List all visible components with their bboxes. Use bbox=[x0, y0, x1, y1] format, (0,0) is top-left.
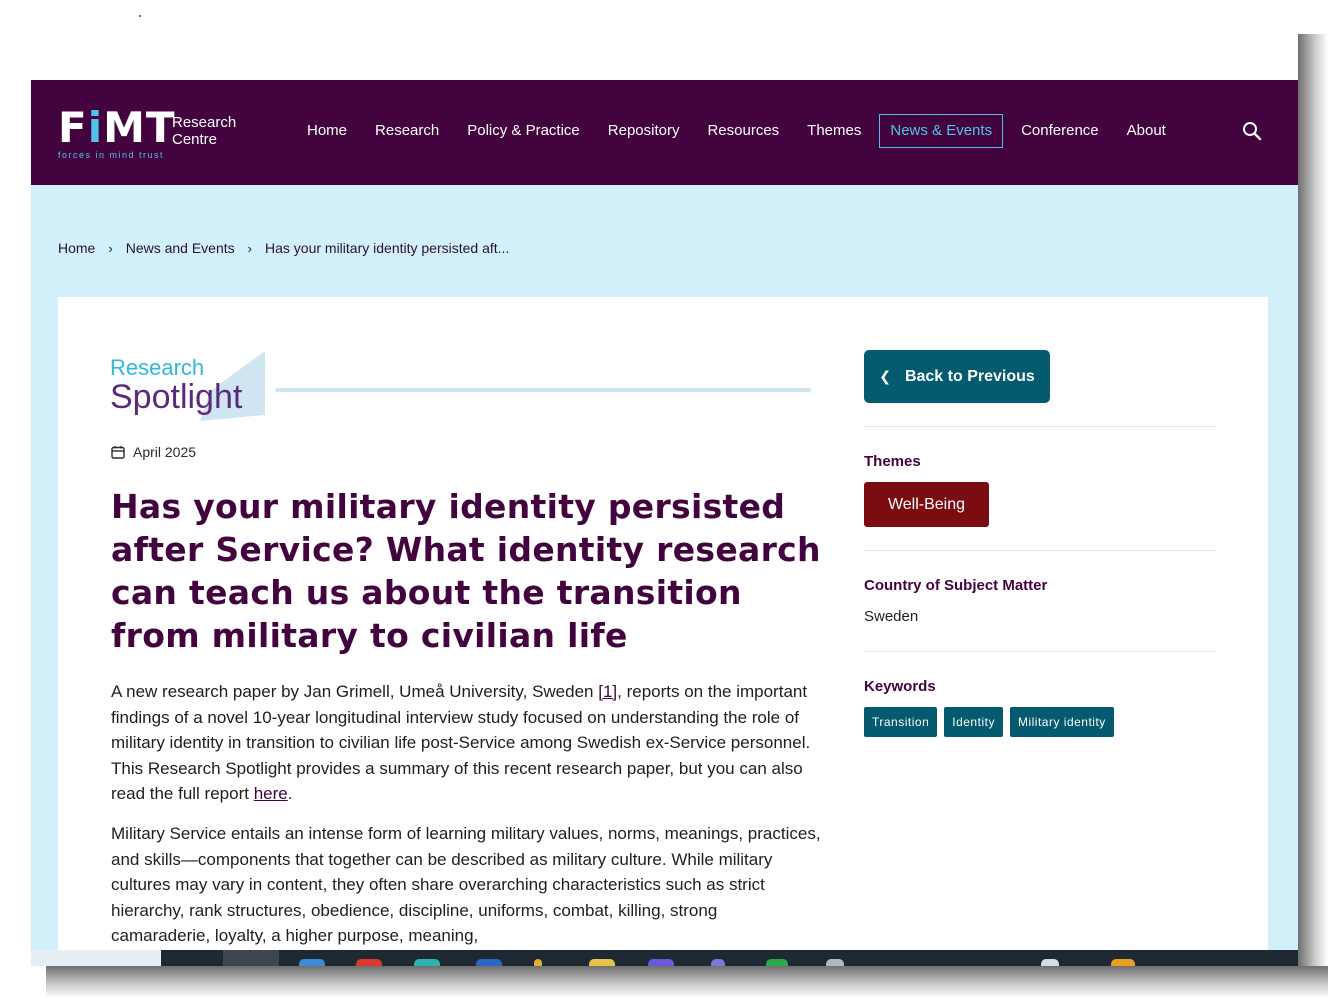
keyword-tag-transition[interactable]: Transition bbox=[864, 707, 938, 737]
spotlight-divider bbox=[275, 388, 811, 392]
date-text: April 2025 bbox=[133, 444, 197, 460]
taskbar-active-app-icon[interactable] bbox=[223, 950, 279, 966]
nav-policy-practice[interactable]: Policy & Practice bbox=[467, 115, 580, 147]
nav-about[interactable]: About bbox=[1127, 115, 1166, 147]
chevron-right-icon: › bbox=[108, 240, 113, 256]
keyword-tag-identity[interactable]: Identity bbox=[944, 707, 1003, 737]
keyword-list: Transition Identity Military identity bbox=[864, 707, 1121, 737]
site-header: FiMT forces in mind trust Research Centr… bbox=[31, 80, 1298, 185]
sidebar-divider bbox=[864, 651, 1216, 652]
taskbar-tray-icon[interactable] bbox=[1111, 959, 1135, 966]
chevron-left-icon: ❮ bbox=[879, 368, 891, 384]
sidebar-divider bbox=[864, 550, 1216, 551]
taskbar-app-icon[interactable] bbox=[356, 959, 382, 966]
spotlight-spotlight-text: Spotlight bbox=[110, 378, 243, 416]
breadcrumb-current: Has your military identity persisted aft… bbox=[265, 240, 510, 256]
breadcrumb-news-events[interactable]: News and Events bbox=[126, 240, 235, 256]
article-card: Research Spotlight April 2025 Has your m… bbox=[58, 297, 1268, 966]
breadcrumb-home[interactable]: Home bbox=[58, 240, 95, 256]
country-label: Country of Subject Matter bbox=[864, 577, 1048, 594]
nav-repository[interactable]: Repository bbox=[608, 115, 680, 147]
browser-page: FiMT forces in mind trust Research Centr… bbox=[31, 80, 1298, 966]
theme-tag-well-being[interactable]: Well-Being bbox=[864, 482, 989, 527]
full-report-link[interactable]: here bbox=[254, 784, 288, 803]
taskbar-app-icon[interactable] bbox=[534, 959, 542, 966]
nav-news-events[interactable]: News & Events bbox=[879, 114, 1004, 148]
nav-resources[interactable]: Resources bbox=[707, 115, 779, 147]
fimt-logo[interactable]: FiMT forces in mind trust Research Centr… bbox=[58, 103, 258, 161]
taskbar-tray-icon[interactable] bbox=[1041, 959, 1059, 966]
article-paragraph: Military Service entails an intense form… bbox=[111, 824, 821, 946]
keyword-tag-military-identity[interactable]: Military identity bbox=[1009, 707, 1114, 737]
nav-home[interactable]: Home bbox=[307, 115, 347, 147]
logo-tagline: forces in mind trust bbox=[58, 150, 165, 160]
reference-link[interactable]: [1] bbox=[598, 682, 617, 701]
os-taskbar bbox=[31, 950, 1298, 966]
article-title: Has your military identity persisted aft… bbox=[111, 487, 821, 655]
breadcrumb: Home › News and Events › Has your milita… bbox=[58, 240, 509, 256]
taskbar-left-area bbox=[31, 950, 161, 966]
window-shadow-right bbox=[1298, 34, 1328, 974]
taskbar-app-icon[interactable] bbox=[589, 959, 615, 966]
logo-research-centre: Research Centre bbox=[172, 114, 237, 148]
nav-themes[interactable]: Themes bbox=[807, 115, 861, 147]
window-shadow-bottom bbox=[46, 966, 1328, 998]
article-paragraph: A new research paper by Jan Grimell, Ume… bbox=[111, 682, 811, 804]
themes-label: Themes bbox=[864, 453, 921, 470]
nav-research[interactable]: Research bbox=[375, 115, 439, 147]
search-icon[interactable] bbox=[1241, 120, 1263, 142]
calendar-icon bbox=[111, 446, 125, 459]
taskbar-app-icon[interactable] bbox=[826, 959, 844, 966]
sidebar-divider bbox=[864, 426, 1216, 427]
back-to-previous-button[interactable]: ❮ Back to Previous bbox=[864, 350, 1050, 403]
nav-conference[interactable]: Conference bbox=[1021, 115, 1099, 147]
research-spotlight-badge: Research Spotlight bbox=[110, 351, 265, 421]
stray-pixel bbox=[139, 15, 141, 17]
main-nav: Home Research Policy & Practice Reposito… bbox=[307, 114, 1194, 148]
keywords-label: Keywords bbox=[864, 678, 936, 695]
taskbar-app-icon[interactable] bbox=[766, 959, 788, 966]
article-date: April 2025 bbox=[111, 444, 196, 460]
logo-wordmark: FiMT bbox=[58, 103, 176, 152]
country-value: Sweden bbox=[864, 608, 919, 625]
taskbar-app-icon[interactable] bbox=[476, 959, 502, 966]
taskbar-app-icon[interactable] bbox=[299, 959, 325, 966]
taskbar-app-icon[interactable] bbox=[648, 959, 674, 966]
chevron-right-icon: › bbox=[247, 240, 252, 256]
taskbar-app-icon[interactable] bbox=[414, 959, 440, 966]
taskbar-app-icon[interactable] bbox=[711, 959, 725, 966]
